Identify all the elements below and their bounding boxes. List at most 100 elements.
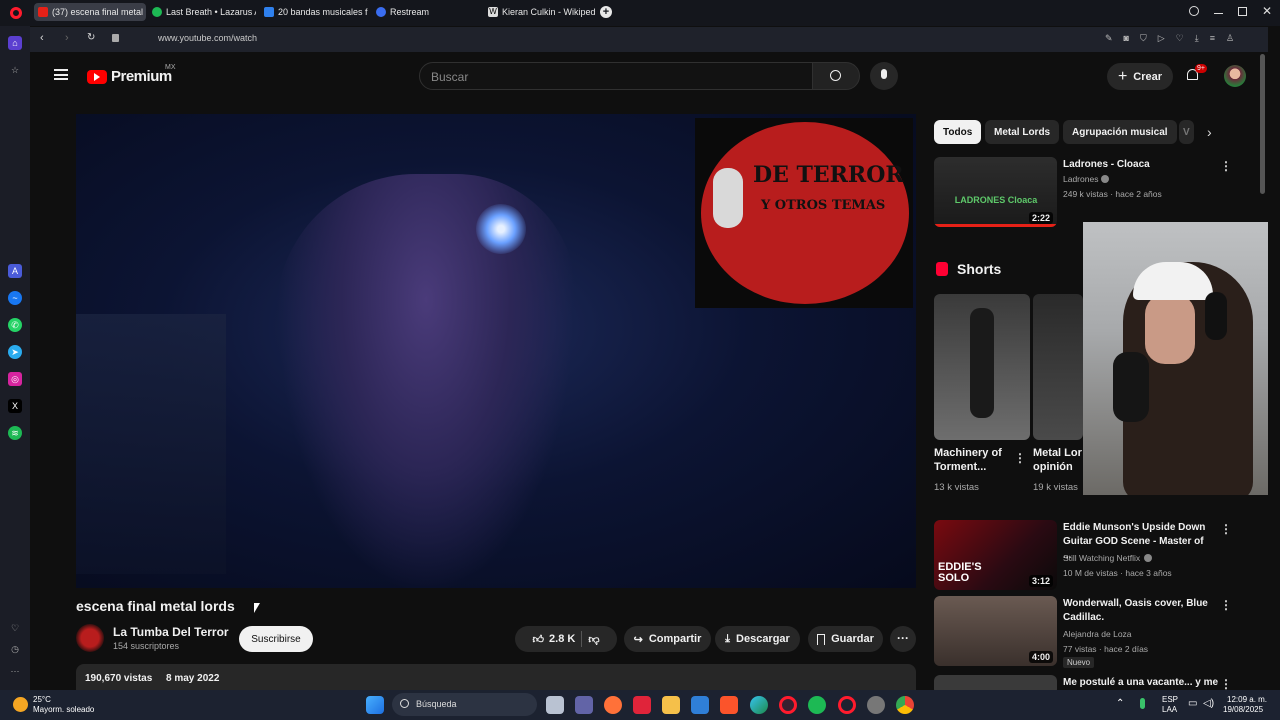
chrome-icon[interactable] [896,696,914,714]
short-menu-icon[interactable]: ⋮ [1014,451,1026,465]
network-icon[interactable]: ▭ [1188,698,1197,709]
tab-bandas[interactable]: 20 bandas musicales ficti [260,3,368,21]
sidebar-video-title[interactable]: Wonderwall, Oasis cover, Blue Cadillac. [1063,597,1213,625]
tray-chevron-icon[interactable]: ⌃ [1116,698,1124,709]
taskbar-search[interactable]: Búsqueda [392,693,537,716]
reload-icon[interactable]: ↻ [87,32,95,43]
page-scrollbar[interactable] [1260,54,1265,194]
search-input[interactable]: Buscar [419,62,813,90]
gift-icon[interactable] [633,696,651,714]
voice-search-button[interactable] [870,62,898,90]
teams-icon[interactable] [575,696,593,714]
chip-metal-lords[interactable]: Metal Lords [985,120,1060,144]
volume-icon[interactable]: ◁) [1203,698,1214,709]
edge-icon[interactable] [750,696,768,714]
video-menu-icon[interactable]: ⋮ [1220,522,1232,536]
history-icon[interactable]: ◷ [8,642,22,656]
short-thumbnail[interactable] [1033,294,1083,440]
video-menu-icon[interactable]: ⋮ [1220,598,1232,612]
avatar[interactable] [1224,65,1246,87]
sidebar-video-title[interactable]: Me postulé a una vacante... y me [1063,676,1223,690]
aria-icon[interactable]: A [8,264,22,278]
download-button[interactable]: ⤓ Descargar [715,626,800,652]
instagram-icon[interactable]: ◎ [8,372,22,386]
heart-icon[interactable]: ♡ [1176,33,1184,44]
video-menu-icon[interactable]: ⋮ [1220,677,1232,690]
notifications-button[interactable]: 9+ [1185,64,1207,85]
download-icon[interactable]: ⤓ [1195,33,1199,44]
short-title[interactable]: Metal Lor opinión [1033,446,1083,476]
short-thumbnail[interactable] [934,294,1030,440]
minimize-icon[interactable] [1214,13,1223,14]
spotify-icon[interactable]: ≋ [8,426,22,440]
star-icon[interactable]: ☆ [8,63,22,77]
channel-avatar[interactable] [76,624,104,652]
short-title[interactable]: Machinery of Torment... [934,446,1006,474]
thumbs-down-icon[interactable]: 👎︎ [588,633,599,646]
youtube-logo[interactable]: Premium [87,68,172,85]
heart-icon[interactable]: ♡ [8,621,22,635]
brave-icon[interactable] [720,696,738,714]
video-thumbnail[interactable] [934,675,1057,690]
chip-more[interactable]: V [1179,120,1194,144]
sidebar-video-title[interactable]: Ladrones - Cloaca [1063,158,1218,172]
store-icon[interactable] [691,696,709,714]
back-icon[interactable]: ‹ [40,32,44,44]
share-button[interactable]: ↪ Compartir [624,626,711,652]
tab-restream[interactable]: Restream [372,3,480,21]
menu-icon[interactable]: ≡ [1210,33,1215,44]
weather-sun-icon[interactable] [13,697,28,712]
more-actions-button[interactable]: ··· [890,626,916,652]
maximize-icon[interactable] [1238,7,1247,16]
video-thumbnail[interactable]: LADRONES Cloaca 2:22 [934,157,1057,227]
save-button[interactable]: Guardar [808,626,883,652]
language-secondary[interactable]: LAA [1162,705,1177,714]
tab-youtube[interactable]: (37) escena final metal [34,3,146,21]
tab-spotify[interactable]: Last Breath • Lazarus A [148,3,256,21]
telegram-icon[interactable]: ➤ [8,345,22,359]
like-button[interactable]: 👍︎ 2.8 K [533,633,576,646]
opera-gx-icon[interactable] [779,696,797,714]
close-icon[interactable]: ✕ [1262,4,1272,18]
edit-icon[interactable]: ✎ [1105,33,1113,44]
opera-icon[interactable] [838,696,856,714]
spotify-icon[interactable] [808,696,826,714]
microphone-icon[interactable] [1140,698,1145,709]
hamburger-menu-icon[interactable] [54,69,68,80]
windows-start-icon[interactable] [366,696,384,714]
shield-icon[interactable]: ⛉ [1140,33,1147,44]
search-button[interactable] [812,62,860,90]
play-icon[interactable]: ▷ [1158,33,1165,44]
whatsapp-icon[interactable]: ✆ [8,318,22,332]
video-menu-icon[interactable]: ⋮ [1220,159,1232,173]
chip-todos[interactable]: Todos [934,120,982,144]
forward-icon[interactable]: › [65,32,69,44]
home-icon[interactable]: ⌂ [8,36,22,50]
video-player[interactable]: DE TERROR Y OTROS TEMAS [76,114,916,588]
clock-date[interactable]: 19/08/2025 [1223,705,1263,714]
sidebar-video-channel[interactable]: Alejandra de Loza [1063,629,1132,639]
chevron-right-icon[interactable]: › [1207,124,1212,140]
messenger-icon[interactable]: ~ [8,291,22,305]
more-icon[interactable]: ··· [8,664,22,678]
video-thumbnail[interactable]: 4:00 [934,596,1057,666]
camera-icon[interactable]: ◙ [1124,33,1129,44]
opera-logo-icon[interactable] [10,7,22,19]
channel-name[interactable]: La Tumba Del Terror [113,625,229,639]
app-icon[interactable] [867,696,885,714]
x-twitter-icon[interactable]: X [8,399,22,413]
language-primary[interactable]: ESP [1162,695,1178,704]
clock-time[interactable]: 12:09 a. m. [1227,695,1267,704]
file-explorer-icon[interactable] [662,696,680,714]
chip-agrupacion[interactable]: Agrupación musical [1063,120,1177,144]
create-button[interactable]: + Crear [1107,63,1173,90]
new-tab-plus-icon[interactable]: + [600,6,612,18]
url-field[interactable]: www.youtube.com/watch [158,33,257,43]
description-box[interactable]: 190,670 vistas 8 may 2022 [76,664,916,690]
profile-icon[interactable]: ♙ [1226,33,1234,44]
firefox-icon[interactable] [604,696,622,714]
sidebar-video-channel[interactable]: Ladrones [1063,174,1098,184]
tab-wikipedia[interactable]: W Kieran Culkin - Wikipedia, [484,3,596,21]
task-view-icon[interactable] [546,696,564,714]
search-tabs-icon[interactable] [1189,6,1199,16]
